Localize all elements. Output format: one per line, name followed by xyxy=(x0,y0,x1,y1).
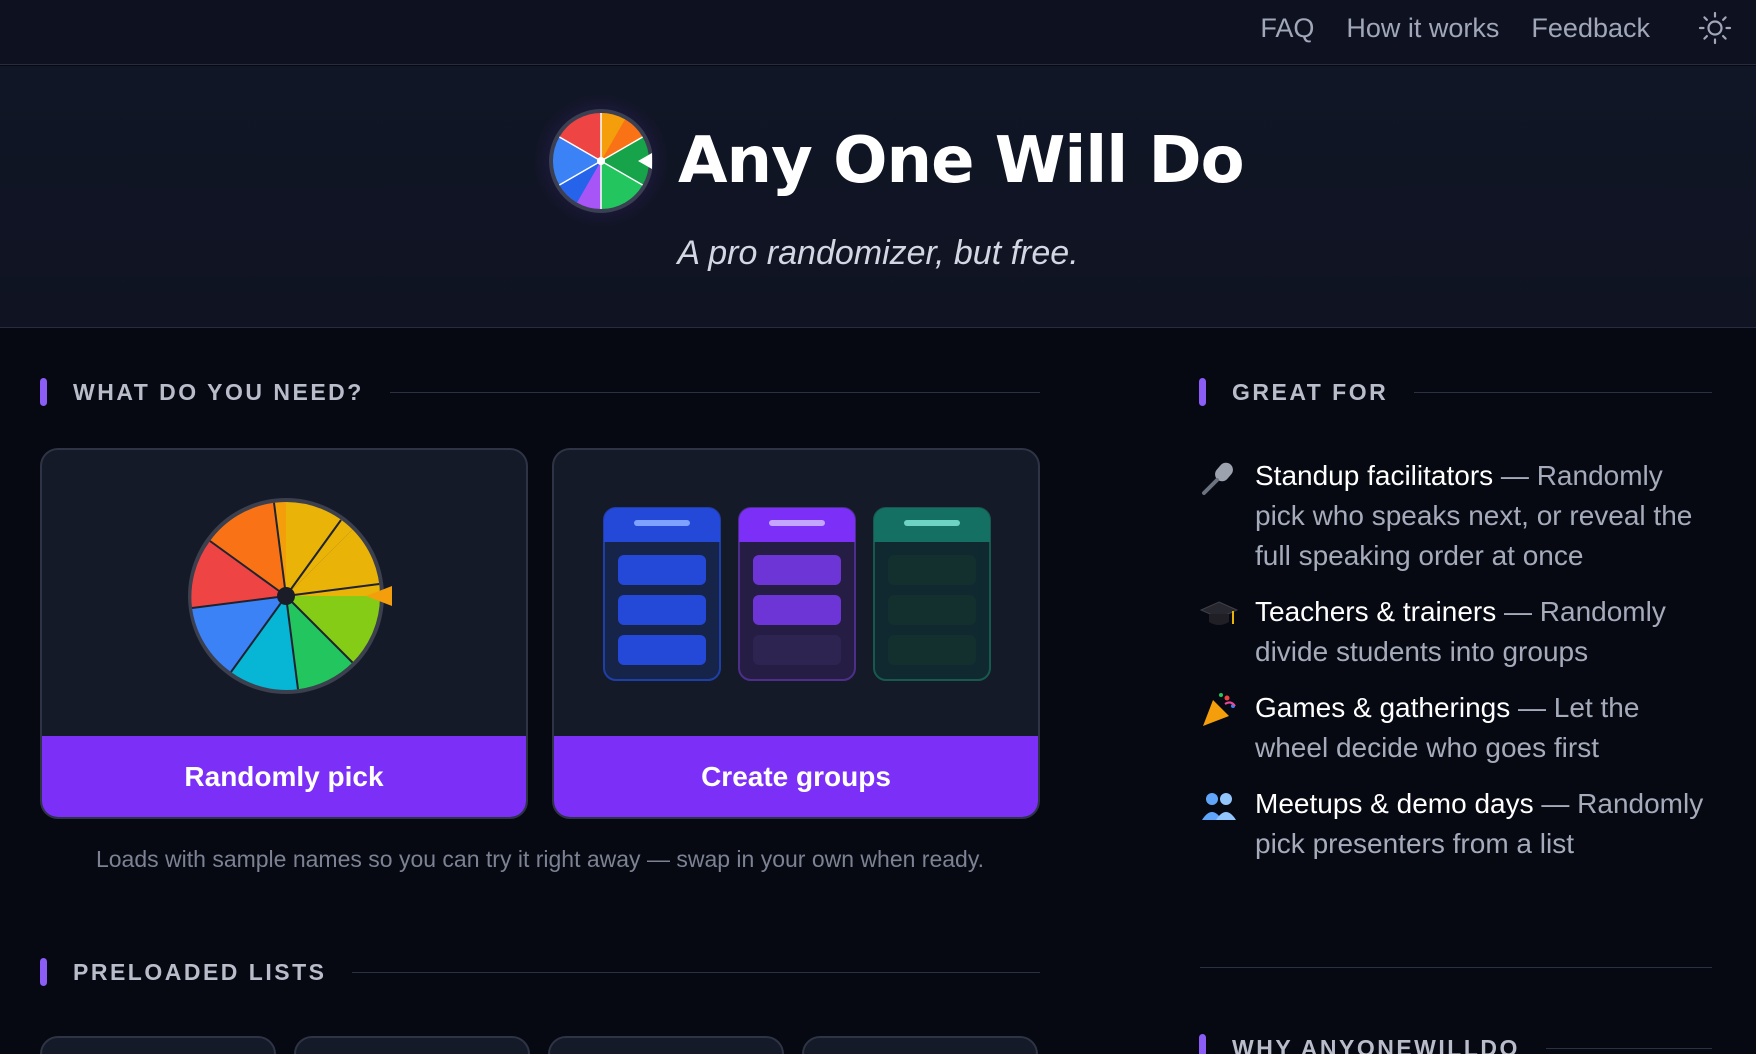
nav-link-feedback[interactable]: Feedback xyxy=(1531,12,1650,44)
use-case-title: Standup facilitators xyxy=(1255,460,1494,491)
use-case-title: Meetups & demo days xyxy=(1255,788,1534,819)
preloaded-list-item[interactable] xyxy=(802,1036,1038,1054)
create-groups-button[interactable]: Create groups xyxy=(554,736,1038,817)
group-columns-icon xyxy=(554,450,1038,738)
graduation-cap-icon xyxy=(1199,592,1255,672)
section-label: GREAT FOR xyxy=(1232,378,1389,405)
randomly-pick-card[interactable]: Randomly pick xyxy=(40,448,528,819)
section-accent-bar xyxy=(40,378,47,406)
preloaded-list-item[interactable] xyxy=(548,1036,784,1054)
section-header-preloaded: PRELOADED LISTS xyxy=(40,958,1040,986)
use-case-title: Games & gatherings xyxy=(1255,692,1511,723)
section-divider xyxy=(352,971,1040,973)
use-case-item: Meetups & demo days — Randomly pick pres… xyxy=(1199,784,1719,864)
sample-names-hint: Loads with sample names so you can try i… xyxy=(95,846,985,872)
party-popper-icon xyxy=(1199,688,1255,768)
section-label: WHAT DO YOU NEED? xyxy=(73,378,364,405)
section-divider xyxy=(1414,391,1712,393)
nav-link-how-it-works[interactable]: How it works xyxy=(1346,12,1499,44)
section-header-why: WHY ANYONEWILLDO xyxy=(1199,1034,1712,1054)
nav-links: FAQ How it works Feedback xyxy=(1260,12,1650,44)
use-case-item: Teachers & trainers — Randomly divide st… xyxy=(1199,592,1719,672)
use-case-list: Standup facilitators — Randomly pick who… xyxy=(1199,456,1719,880)
top-nav: FAQ How it works Feedback xyxy=(0,0,1756,65)
randomly-pick-button[interactable]: Randomly pick xyxy=(42,736,526,817)
hero: Any One Will Do A pro randomizer, but fr… xyxy=(0,66,1756,328)
spinner-wheel-icon xyxy=(42,450,526,738)
preloaded-list-item[interactable] xyxy=(294,1036,530,1054)
section-header-need: WHAT DO YOU NEED? xyxy=(40,378,1040,406)
create-groups-card[interactable]: Create groups xyxy=(552,448,1040,819)
page-title: Any One Will Do xyxy=(678,124,1245,198)
tagline: A pro randomizer, but free. xyxy=(677,234,1079,272)
right-column-divider xyxy=(1200,967,1712,968)
logo-wheel-icon xyxy=(528,88,674,234)
use-case-item: Games & gatherings — Let the wheel decid… xyxy=(1199,688,1719,768)
section-divider xyxy=(389,391,1040,393)
section-header-great-for: GREAT FOR xyxy=(1199,378,1712,406)
use-case-title: Teachers & trainers xyxy=(1255,596,1497,627)
section-divider xyxy=(1545,1047,1712,1049)
section-accent-bar xyxy=(1199,378,1206,406)
people-icon xyxy=(1199,784,1255,864)
section-label: PRELOADED LISTS xyxy=(73,958,327,985)
section-accent-bar xyxy=(40,958,47,986)
preloaded-list-item[interactable] xyxy=(40,1036,276,1054)
microphone-icon xyxy=(1199,456,1255,576)
nav-link-faq[interactable]: FAQ xyxy=(1260,12,1314,44)
section-label: WHY ANYONEWILLDO xyxy=(1232,1034,1520,1054)
use-case-item: Standup facilitators — Randomly pick who… xyxy=(1199,456,1719,576)
section-accent-bar xyxy=(1199,1034,1206,1054)
sun-icon[interactable] xyxy=(1698,11,1732,45)
